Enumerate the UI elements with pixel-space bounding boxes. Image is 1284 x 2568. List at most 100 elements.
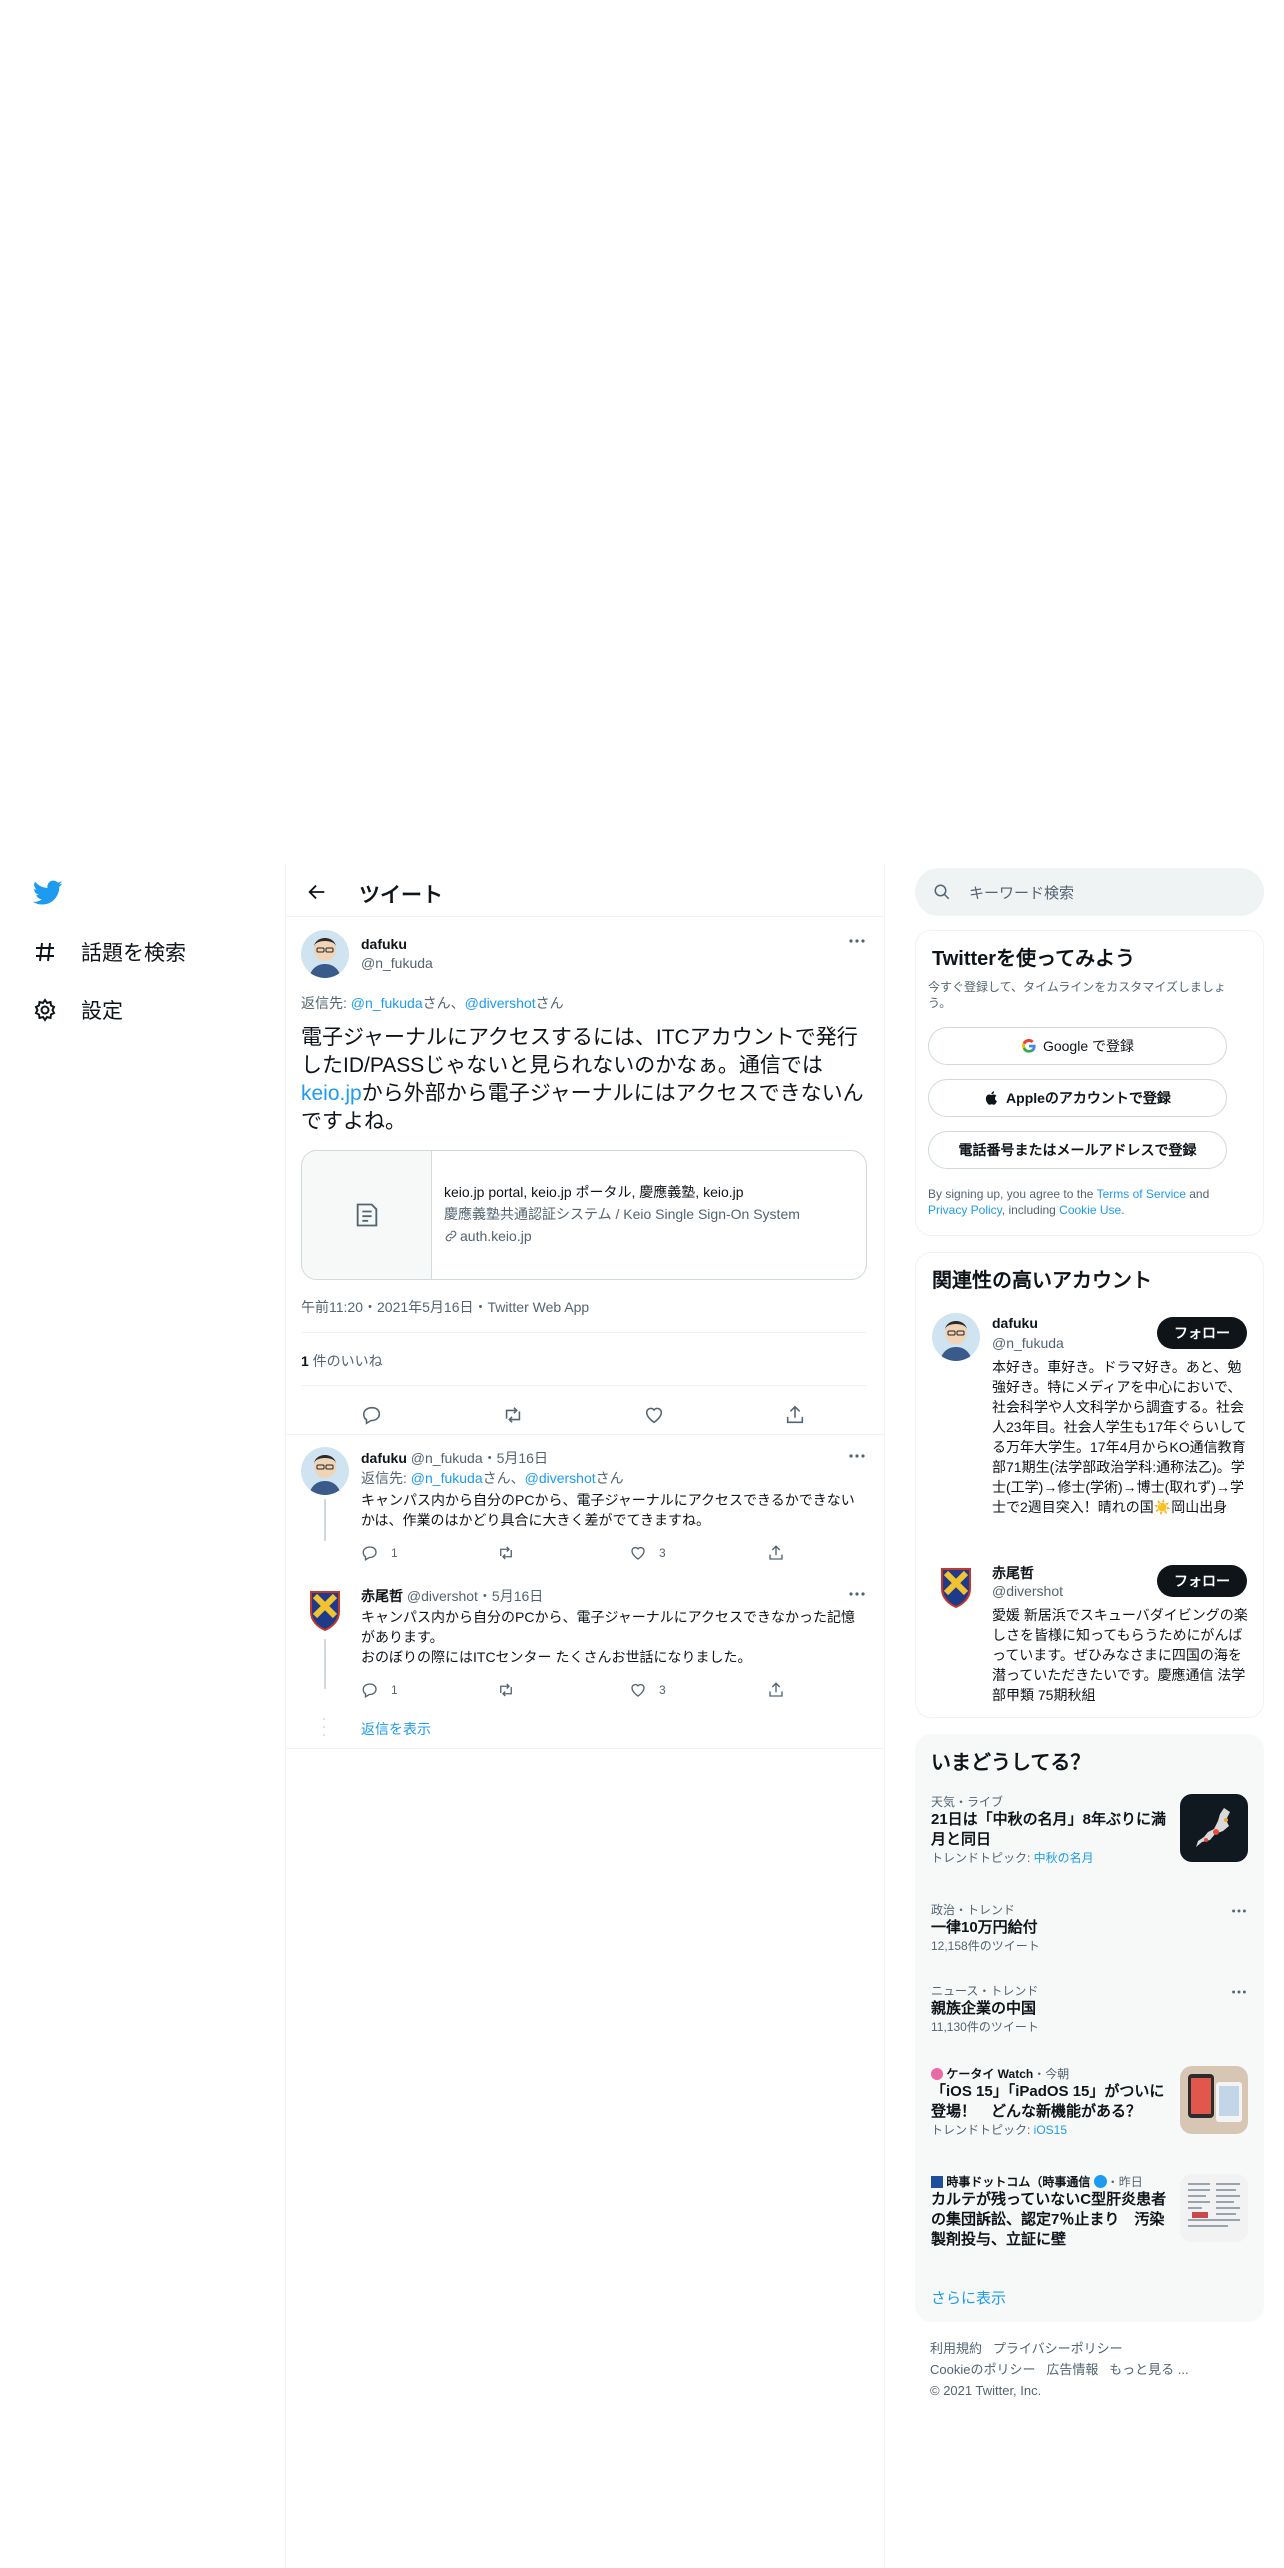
more-icon[interactable] xyxy=(847,1446,867,1466)
mention-link[interactable]: @n_fukuda xyxy=(411,1470,483,1486)
avatar[interactable] xyxy=(301,1586,349,1634)
trend-topic-link[interactable]: 中秋の名月 xyxy=(1034,1851,1094,1865)
avatar[interactable] xyxy=(301,930,349,978)
show-more-link[interactable]: さらに表示 xyxy=(931,2287,1006,2308)
phone-email-signup-button[interactable]: 電話番号またはメールアドレスで登録 xyxy=(928,1131,1227,1169)
reply-author-handle[interactable]: @n_fukuda xyxy=(411,1450,483,1466)
trend-source: ケータイ Watch xyxy=(946,2067,1034,2081)
trend-item[interactable]: ニュース・トレンド 親族企業の中国 11,130件のツイート xyxy=(931,1983,1248,2043)
trends-title: いまどうしてる？ xyxy=(931,1752,1091,1774)
nav-explore[interactable]: 話題を検索 xyxy=(33,932,186,972)
document-photo-image xyxy=(1180,2174,1248,2242)
share-icon[interactable] xyxy=(784,1404,806,1426)
trend-item[interactable]: ケータイ Watch・今朝 「iOS 15」「iPadOS 15」がついに登場！… xyxy=(931,2066,1248,2156)
reply-icon[interactable] xyxy=(361,1404,383,1426)
privacy-link[interactable]: プライバシーポリシー xyxy=(993,2341,1123,2356)
ads-info-link[interactable]: 広告情報 xyxy=(1046,2362,1098,2377)
apple-signup-button[interactable]: Appleのアカウントで登録 xyxy=(928,1079,1227,1117)
trend-item[interactable]: 政治・トレンド 一律10万円給付 12,158件のツイート xyxy=(931,1902,1248,1962)
trend-topic-link[interactable]: iOS15 xyxy=(1034,2123,1067,2137)
source-logo-icon xyxy=(931,2068,943,2080)
card-thumbnail xyxy=(302,1151,432,1279)
account-name[interactable]: 赤尾哲 xyxy=(992,1563,1034,1583)
heart-icon[interactable] xyxy=(643,1404,665,1426)
more-icon[interactable] xyxy=(847,931,867,951)
mention-link[interactable]: @divershot xyxy=(465,995,536,1011)
reply-header: 赤尾哲 @divershot・5月16日 xyxy=(361,1586,543,1606)
reply-actions: 1 3 xyxy=(361,1681,867,1701)
reply-to-line: 返信先: @n_fukudaさん、@divershotさん xyxy=(301,993,564,1013)
more-icon[interactable] xyxy=(1230,1902,1248,1920)
divider xyxy=(286,1748,884,1749)
mention-link[interactable]: @n_fukuda xyxy=(351,995,423,1011)
card-domain-row: auth.keio.jp xyxy=(444,1225,800,1247)
likes-summary[interactable]: 1 件のいいね xyxy=(301,1351,383,1371)
terms-text: and xyxy=(1185,1187,1210,1201)
reply-date[interactable]: ・5月16日 xyxy=(478,1588,543,1604)
trend-title: カルテが残っていないC型肝炎患者の集団訴訟、認定7％止まり 汚染製剤投与、立証に… xyxy=(931,2191,1167,2248)
link-card[interactable]: keio.jp portal, keio.jp ポータル, 慶應義塾, keio… xyxy=(301,1150,867,1280)
reply-author-name[interactable]: 赤尾哲 xyxy=(361,1588,403,1604)
japan-map-image xyxy=(1180,1794,1248,1862)
trend-topic-label: トレンドトピック: xyxy=(931,1851,1034,1865)
card-domain: auth.keio.jp xyxy=(460,1228,532,1244)
terms-text: By signing up, you agree to the xyxy=(928,1187,1097,1201)
copyright: © 2021 Twitter, Inc. xyxy=(930,2383,1042,2398)
account-handle[interactable]: @n_fukuda xyxy=(992,1335,1064,1351)
reply-author-handle[interactable]: @divershot xyxy=(407,1588,478,1604)
cookie-policy-link[interactable]: Cookieのポリシー xyxy=(930,2362,1035,2377)
likes-count: 1 xyxy=(301,1353,309,1369)
avatar[interactable] xyxy=(932,1313,980,1361)
follow-button[interactable]: フォロー xyxy=(1157,1565,1247,1597)
more-icon[interactable] xyxy=(1230,1983,1248,2001)
avatar[interactable] xyxy=(932,1563,980,1611)
more-icon[interactable] xyxy=(847,1584,867,1604)
search-box[interactable]: キーワード検索 xyxy=(915,868,1264,916)
avatar[interactable] xyxy=(301,1447,349,1495)
reply-suffix: さん、 xyxy=(422,995,465,1011)
trend-item[interactable]: 時事ドットコム（時事通信 ・昨日 カルテが残っていないC型肝炎患者の集団訴訟、認… xyxy=(931,2174,1248,2264)
terms-link[interactable]: 利用規約 xyxy=(930,2341,982,2356)
search-input[interactable]: キーワード検索 xyxy=(969,882,1074,903)
like-button[interactable]: 3 xyxy=(629,1544,666,1562)
mention-link[interactable]: @divershot xyxy=(525,1470,596,1486)
reply-date[interactable]: ・5月16日 xyxy=(483,1450,548,1466)
reply-text-line: おのぼりの際にはITCセンター たくさんお世話になりました。 xyxy=(361,1649,752,1665)
share-button[interactable] xyxy=(767,1681,797,1699)
account-handle[interactable]: @divershot xyxy=(992,1583,1063,1599)
tweet-link[interactable]: keio.jp xyxy=(301,1082,362,1105)
trend-item[interactable]: 天気・ライブ 21日は「中秋の名月」8年ぶりに満月と同日 トレンドトピック: 中… xyxy=(931,1794,1248,1884)
reply-button[interactable]: 1 xyxy=(361,1544,398,1562)
privacy-policy-link[interactable]: Privacy Policy xyxy=(928,1203,1002,1217)
trend-title: 21日は「中秋の名月」8年ぶりに満月と同日 xyxy=(931,1811,1167,1848)
divider xyxy=(286,916,884,917)
follow-button[interactable]: フォロー xyxy=(1157,1317,1247,1349)
show-replies-link[interactable]: 返信を表示 xyxy=(361,1719,431,1739)
card-title: keio.jp portal, keio.jp ポータル, 慶應義塾, keio… xyxy=(444,1184,744,1200)
reply-actions: 1 3 xyxy=(361,1544,867,1564)
reply-button[interactable]: 1 xyxy=(361,1681,398,1699)
share-button[interactable] xyxy=(767,1544,797,1562)
reply-author-name[interactable]: dafuku xyxy=(361,1450,407,1466)
retweet-button[interactable] xyxy=(497,1681,527,1699)
author-handle[interactable]: @n_fukuda xyxy=(361,955,433,971)
retweet-icon[interactable] xyxy=(502,1404,524,1426)
likes-label: 件のいいね xyxy=(308,1353,383,1369)
cookie-use-link[interactable]: Cookie Use xyxy=(1059,1203,1121,1217)
back-arrow-icon[interactable] xyxy=(306,881,328,903)
user-avatar-image xyxy=(932,1313,980,1361)
google-signup-button[interactable]: Google で登録 xyxy=(928,1027,1227,1065)
more-link[interactable]: もっと見る ... xyxy=(1109,2362,1188,2377)
like-button[interactable]: 3 xyxy=(629,1681,666,1699)
terms-of-service-link[interactable]: Terms of Service xyxy=(1097,1187,1186,1201)
nav-settings[interactable]: 設定 xyxy=(33,990,123,1030)
trend-title: 親族企業の中国 xyxy=(931,2000,1037,2017)
twitter-logo-icon[interactable] xyxy=(33,880,63,906)
shield-crest-icon xyxy=(310,1591,340,1632)
reply-suffix: さん、 xyxy=(482,1470,525,1486)
author-name[interactable]: dafuku xyxy=(361,936,407,952)
account-name[interactable]: dafuku xyxy=(992,1315,1038,1331)
relevant-accounts-title: 関連性の高いアカウント xyxy=(932,1270,1152,1292)
tweet-timestamp[interactable]: 午前11:20・2021年5月16日・Twitter Web App xyxy=(301,1297,589,1317)
retweet-button[interactable] xyxy=(497,1544,527,1562)
